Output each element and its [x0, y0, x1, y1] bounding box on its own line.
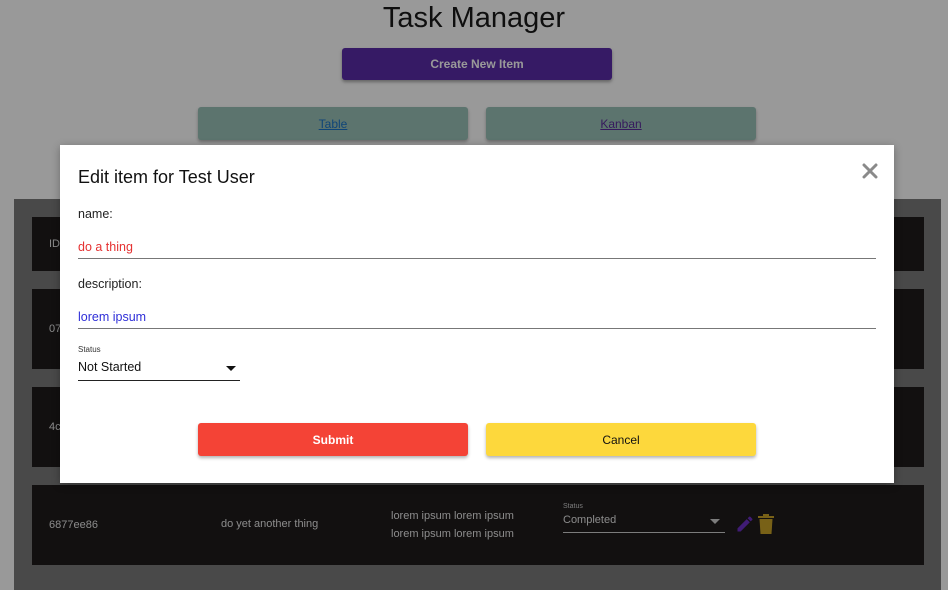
edit-item-dialog: Edit item for Test User name: descriptio… — [60, 145, 894, 483]
close-icon[interactable] — [862, 163, 878, 179]
description-field[interactable] — [78, 305, 876, 329]
status-select[interactable]: Not Started — [78, 358, 240, 381]
status-value: Not Started — [78, 360, 142, 374]
description-label: description: — [78, 277, 142, 291]
dialog-title: Edit item for Test User — [78, 167, 255, 187]
cancel-button[interactable]: Cancel — [486, 423, 756, 456]
chevron-down-icon — [226, 366, 236, 371]
status-label: Status — [78, 345, 101, 354]
name-label: name: — [78, 207, 113, 221]
submit-button[interactable]: Submit — [198, 423, 468, 456]
name-field[interactable] — [78, 235, 876, 259]
